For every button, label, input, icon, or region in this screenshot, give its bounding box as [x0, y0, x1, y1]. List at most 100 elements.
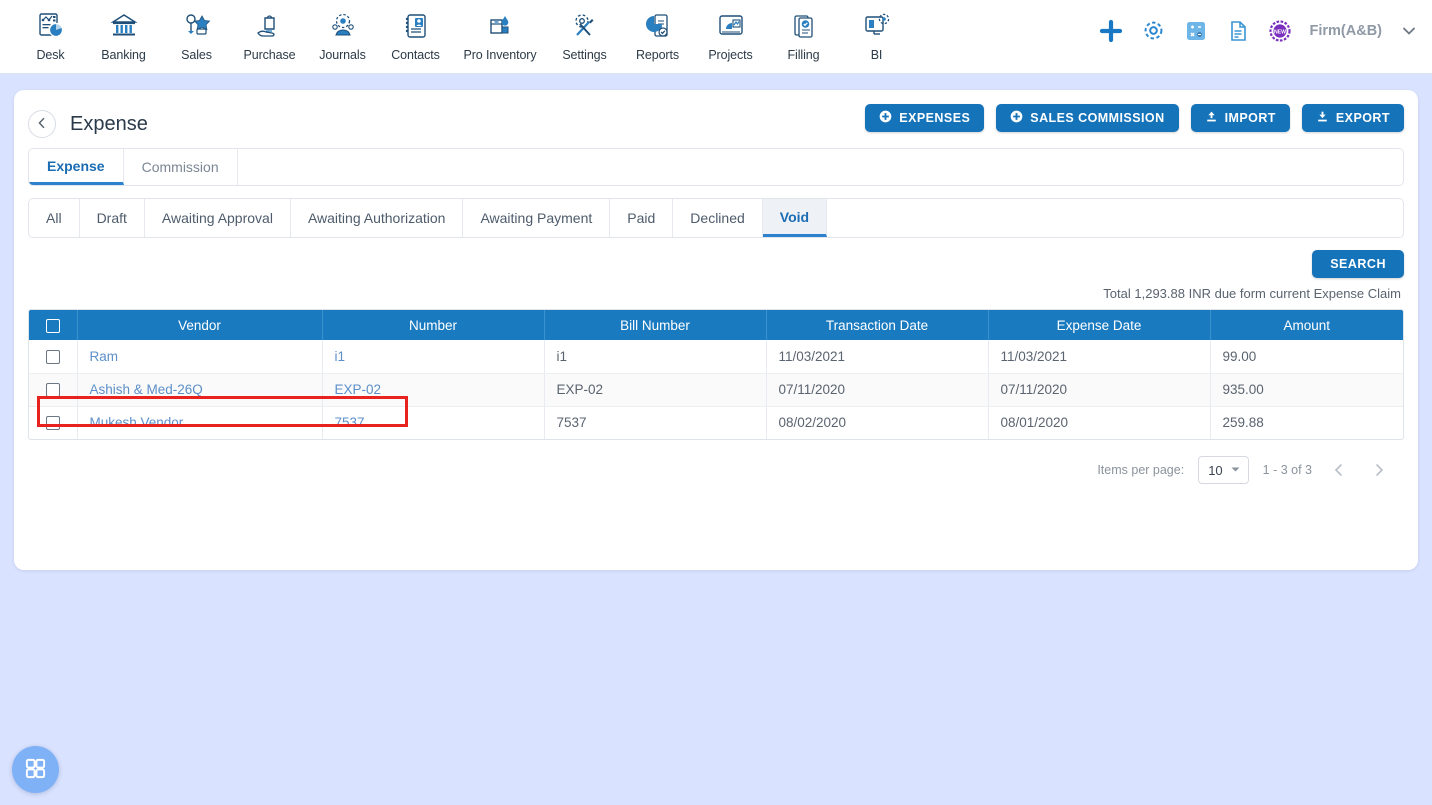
column-header-number[interactable]: Number [322, 310, 545, 340]
cell-number: 7537 [322, 406, 545, 439]
filter-declined[interactable]: Declined [673, 199, 763, 237]
expense-table-container: Vendor Number Bill Number Transaction Da… [28, 309, 1404, 440]
select-all-header [29, 310, 78, 340]
items-per-page-value: 10 [1208, 462, 1223, 478]
vendor-link[interactable]: Ram [90, 349, 119, 364]
filter-label: Awaiting Authorization [307, 210, 446, 226]
filter-awaiting-approval[interactable]: Awaiting Approval [145, 199, 291, 237]
firm-selector-label[interactable]: Firm(A&B) [1310, 23, 1383, 39]
row-checkbox[interactable] [45, 349, 60, 364]
column-header-vendor[interactable]: Vendor [77, 310, 323, 340]
filter-label: Draft [96, 210, 127, 226]
vendor-link[interactable]: Ashish & Med-26Q [90, 382, 203, 397]
search-button[interactable]: SEARCH [1312, 250, 1404, 278]
filter-void[interactable]: Void [762, 199, 828, 237]
nav-item-sales[interactable]: Sales [160, 4, 233, 62]
export-button[interactable]: EXPORT [1301, 104, 1404, 132]
row-checkbox[interactable] [45, 416, 60, 431]
nav-item-bi[interactable]: BI [840, 4, 913, 62]
plus-icon[interactable] [1099, 19, 1123, 43]
table-header-row: Vendor Number Bill Number Transaction Da… [29, 310, 1403, 340]
table-body: Ram i1 i1 11/03/2021 11/03/2021 99.00 As… [29, 340, 1403, 439]
cell-bill-number: EXP-02 [544, 373, 767, 407]
nav-item-projects[interactable]: Projects [694, 4, 767, 62]
total-due-text: Total 1,293.88 INR due form current Expe… [1103, 286, 1401, 301]
filter-draft[interactable]: Draft [80, 199, 145, 237]
column-header-bill-number[interactable]: Bill Number [544, 310, 767, 340]
filter-awaiting-payment[interactable]: Awaiting Payment [463, 199, 611, 237]
nav-item-journals[interactable]: Journals [306, 4, 379, 62]
filter-awaiting-authorization[interactable]: Awaiting Authorization [291, 199, 464, 237]
new-badge-icon[interactable]: NEW [1268, 19, 1292, 43]
cell-vendor: Mukesh Vendor [77, 406, 323, 439]
import-button[interactable]: IMPORT [1190, 104, 1290, 132]
apps-grid-icon [24, 757, 47, 783]
back-button[interactable] [28, 110, 56, 138]
nav-label: Reports [635, 48, 680, 62]
vendor-link[interactable]: Mukesh Vendor [90, 415, 184, 430]
upload-icon [1205, 110, 1218, 126]
column-header-expense-date[interactable]: Expense Date [988, 310, 1211, 340]
inventory-box-icon [480, 8, 520, 44]
top-nav-right-actions: NEW Firm(A&B) [1099, 18, 1419, 43]
cell-amount: 99.00 [1210, 340, 1403, 374]
sales-commission-button[interactable]: SALES COMMISSION [996, 104, 1179, 132]
column-header-amount[interactable]: Amount [1210, 310, 1403, 340]
cell-expense-date: 08/01/2020 [988, 406, 1211, 439]
row-select-cell [29, 406, 78, 439]
table-row[interactable]: Ram i1 i1 11/03/2021 11/03/2021 99.00 [29, 340, 1403, 374]
cell-vendor: Ram [77, 340, 323, 374]
nav-item-banking[interactable]: Banking [87, 4, 160, 62]
nav-item-filling[interactable]: Filling [767, 4, 840, 62]
reports-pie-doc-icon [638, 8, 678, 44]
settings-tools-icon [565, 8, 605, 44]
filter-all[interactable]: All [29, 199, 80, 237]
plus-circle-icon [1010, 110, 1023, 126]
expense-table: Vendor Number Bill Number Transaction Da… [29, 310, 1403, 439]
tab-commission[interactable]: Commission [124, 149, 238, 185]
sales-tag-icon [177, 8, 217, 44]
projects-board-icon [711, 8, 751, 44]
nav-label: BI [870, 48, 883, 62]
expense-page-card: Expense EXPENSES SALES COMMISSION IMPORT… [14, 90, 1418, 570]
table-row[interactable]: Ashish & Med-26Q EXP-02 EXP-02 07/11/202… [29, 373, 1403, 407]
table-row[interactable]: Mukesh Vendor 7537 7537 08/02/2020 08/01… [29, 406, 1403, 439]
status-filter-tabs: All Draft Awaiting Approval Awaiting Aut… [28, 198, 1404, 238]
number-link[interactable]: EXP-02 [335, 382, 382, 397]
column-header-transaction-date[interactable]: Transaction Date [766, 310, 989, 340]
calculator-icon[interactable] [1184, 19, 1208, 43]
nav-item-contacts[interactable]: Contacts [379, 4, 452, 62]
gear-icon[interactable] [1141, 18, 1166, 43]
select-all-checkbox[interactable] [45, 318, 60, 333]
purchase-hand-bag-icon [250, 8, 290, 44]
nav-label: Contacts [391, 48, 440, 62]
previous-page-button[interactable] [1326, 457, 1352, 483]
filter-label: All [46, 210, 62, 226]
items-per-page-label: Items per page: [1097, 463, 1185, 477]
contacts-book-icon [396, 8, 436, 44]
document-icon[interactable] [1226, 19, 1250, 43]
card-header: Expense EXPENSES SALES COMMISSION IMPORT… [14, 90, 1418, 142]
tab-label: Commission [141, 159, 219, 175]
nav-label: Sales [181, 48, 212, 62]
table-head: Vendor Number Bill Number Transaction Da… [29, 310, 1403, 340]
nav-item-settings[interactable]: Settings [548, 4, 621, 62]
number-link[interactable]: 7537 [335, 415, 365, 430]
search-row: SEARCH [28, 250, 1404, 278]
chevron-down-icon[interactable] [1400, 22, 1418, 40]
filter-label: Awaiting Payment [480, 210, 593, 226]
filter-paid[interactable]: Paid [610, 199, 674, 237]
button-label: EXPENSES [899, 111, 971, 125]
next-page-button[interactable] [1366, 457, 1392, 483]
cell-expense-date: 07/11/2020 [988, 373, 1211, 407]
expenses-button[interactable]: EXPENSES [865, 104, 985, 132]
row-checkbox[interactable] [45, 383, 60, 398]
nav-item-purchase[interactable]: Purchase [233, 4, 306, 62]
nav-item-desk[interactable]: Desk [14, 4, 87, 62]
tab-expense[interactable]: Expense [29, 149, 124, 185]
nav-item-pro-inventory[interactable]: Pro Inventory [452, 4, 548, 62]
items-per-page-select[interactable]: 10 [1198, 456, 1249, 484]
apps-launcher-button[interactable] [12, 746, 59, 793]
nav-item-reports[interactable]: Reports [621, 4, 694, 62]
number-link[interactable]: i1 [335, 349, 346, 364]
